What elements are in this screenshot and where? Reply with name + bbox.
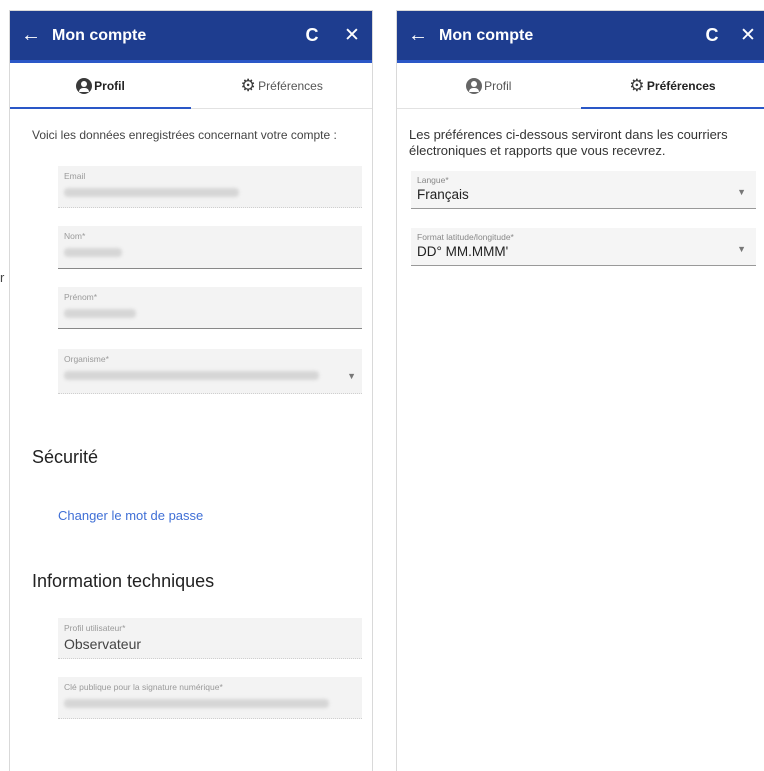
profil-utilisateur-field: Profil utilisateur* Observateur (58, 618, 362, 659)
back-arrow-icon[interactable]: ← (10, 24, 52, 47)
lat-long-format-select[interactable]: Format latitude/longitude* DD° MM.MMM' ▼ (411, 228, 756, 266)
tab-profil[interactable]: Profil (397, 63, 581, 108)
profile-panel: ← Mon compte C ✕ Profil ⚙ Préférences Vo… (10, 11, 372, 771)
field-label: Email (64, 171, 86, 181)
gear-icon: ⚙ (629, 75, 645, 95)
dropdown-caret-icon: ▼ (347, 371, 356, 381)
field-label: Langue* (417, 175, 449, 185)
header-title: Mon compte (52, 26, 147, 44)
tab-label: Profil (94, 78, 125, 93)
back-arrow-icon[interactable]: ← (397, 24, 439, 47)
nom-field[interactable]: Nom* (58, 226, 362, 269)
technical-title: Information techniques (32, 571, 215, 591)
refresh-icon[interactable]: C (692, 25, 732, 46)
refresh-icon[interactable]: C (292, 25, 332, 46)
security-title: Sécurité (32, 447, 99, 467)
field-value: Observateur (64, 636, 142, 652)
tab-bar: Profil ⚙ Préférences (10, 63, 372, 109)
langue-select[interactable]: Langue* Français ▼ (411, 171, 756, 209)
gear-icon: ⚙ (240, 75, 256, 95)
dropdown-caret-icon: ▼ (737, 187, 746, 197)
close-icon[interactable]: ✕ (332, 24, 372, 47)
close-icon[interactable]: ✕ (732, 24, 764, 47)
app-header: ← Mon compte C ✕ (397, 11, 764, 63)
redacted-value (64, 248, 122, 257)
header-title: Mon compte (439, 26, 534, 44)
preferences-panel: ← Mon compte C ✕ Profil ⚙ Préférences Le… (397, 11, 764, 771)
redacted-value (64, 699, 329, 708)
intro-text: Voici les données enregistrées concernan… (32, 128, 337, 142)
tab-profil[interactable]: Profil (10, 63, 191, 109)
email-field: Email (58, 166, 362, 208)
tab-label: Préférences (258, 78, 323, 93)
app-header: ← Mon compte C ✕ (10, 11, 372, 63)
redacted-value (64, 188, 239, 197)
tab-preferences[interactable]: ⚙ Préférences (580, 63, 764, 109)
stray-text: r (0, 270, 5, 285)
tab-label: Profil (484, 78, 512, 93)
tab-label: Préférences (646, 78, 716, 93)
tab-bar: Profil ⚙ Préférences (397, 63, 764, 109)
dropdown-caret-icon: ▼ (737, 244, 746, 254)
field-value: DD° MM.MMM' (417, 244, 509, 259)
user-circle-icon (466, 77, 483, 94)
field-label: Format latitude/longitude* (417, 232, 514, 242)
change-password-link[interactable]: Changer le mot de passe (58, 508, 362, 523)
user-circle-icon (76, 77, 93, 94)
preferences-intro: Les préférences ci-dessous serviront dan… (409, 127, 728, 158)
redacted-value (64, 309, 136, 318)
public-key-field: Clé publique pour la signature numérique… (58, 677, 362, 719)
field-label: Profil utilisateur* (64, 623, 126, 633)
field-label: Clé publique pour la signature numérique… (64, 682, 223, 692)
tab-preferences[interactable]: ⚙ Préférences (191, 63, 372, 108)
field-value: Français (417, 187, 469, 202)
field-label: Nom* (64, 231, 86, 241)
field-label: Organisme* (64, 354, 109, 364)
organisme-select: Organisme* ▼ (58, 349, 362, 394)
redacted-value (64, 371, 319, 380)
prenom-field[interactable]: Prénom* (58, 287, 362, 329)
field-label: Prénom* (64, 292, 98, 302)
